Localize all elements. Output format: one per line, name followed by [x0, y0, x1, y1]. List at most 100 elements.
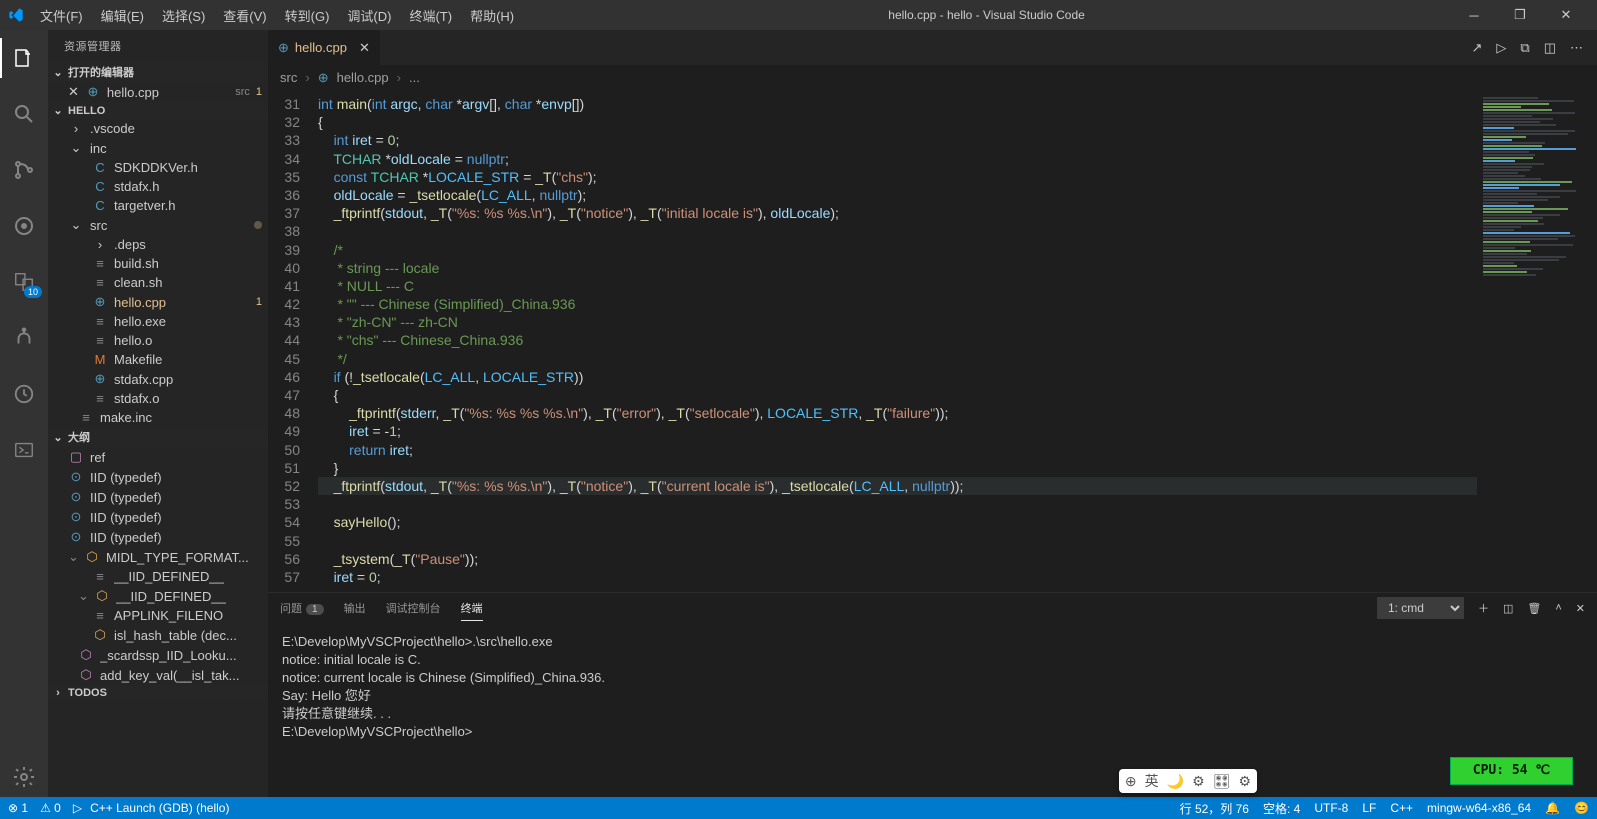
activity-remote[interactable]: 10 [0, 262, 48, 302]
outline-item[interactable]: ⌄⬡__IID_DEFINED__ [48, 586, 268, 606]
project-head[interactable]: ⌄HELLO [48, 102, 268, 119]
file-targetver.h[interactable]: Ctargetver.h [48, 196, 268, 215]
file-hello.cpp[interactable]: ⊕hello.cpp1 [48, 292, 268, 312]
status-lang[interactable]: C++ [1390, 801, 1413, 815]
status-eol[interactable]: LF [1362, 801, 1376, 815]
outline-item[interactable]: ⊙IID (typedef) [48, 527, 268, 547]
menu-terminal[interactable]: 终端(T) [401, 2, 460, 29]
file-Makefile[interactable]: MMakefile [48, 350, 268, 369]
breadcrumb[interactable]: src› ⊕ hello.cpp› ... [268, 65, 1597, 91]
status-errors[interactable]: ⊗ 1 [8, 801, 28, 815]
panel-tab-debug-console[interactable]: 调试控制台 [386, 596, 441, 620]
file-icon: ≡ [92, 391, 108, 406]
activity-search[interactable] [0, 94, 48, 134]
panel-tab-terminal[interactable]: 终端 [461, 596, 483, 621]
activity-scm[interactable] [0, 150, 48, 190]
close-button[interactable]: ✕ [1543, 0, 1589, 30]
activity-debug[interactable] [0, 206, 48, 246]
close-icon[interactable]: ✕ [68, 84, 79, 100]
file-clean.sh[interactable]: ≡clean.sh [48, 273, 268, 292]
go-to-file-icon[interactable]: ↗ [1472, 40, 1483, 56]
status-spaces[interactable]: 空格: 4 [1263, 800, 1300, 817]
split-right-icon[interactable]: ◫ [1544, 40, 1556, 56]
status-launch[interactable]: ▷C++ Launch (GDB) (hello) [73, 801, 230, 815]
outline-item[interactable]: ⌄⬡MIDL_TYPE_FORMAT... [48, 547, 268, 567]
run-icon[interactable]: ▷ [1496, 40, 1506, 56]
split-down-icon[interactable]: ⧉ [1520, 40, 1529, 56]
file-SDKDDKVer.h[interactable]: CSDKDDKVer.h [48, 158, 268, 177]
outline-item[interactable]: ≡__IID_DEFINED__ [48, 567, 268, 586]
menu-view[interactable]: 查看(V) [215, 2, 274, 29]
kill-terminal-icon[interactable]: 🗑 [1527, 602, 1541, 615]
ime-gear-icon[interactable]: ⚙ [1238, 773, 1251, 790]
ime-moon-icon[interactable]: 🌙 [1167, 773, 1184, 790]
file-stdafx.o[interactable]: ≡stdafx.o [48, 389, 268, 408]
symbol-icon: ≡ [92, 608, 108, 623]
file-stdafx.h[interactable]: Cstdafx.h [48, 177, 268, 196]
outline-item[interactable]: ⬡isl_hash_table (dec... [48, 625, 268, 645]
menu-file[interactable]: 文件(F) [32, 2, 91, 29]
menu-edit[interactable]: 编辑(E) [93, 2, 152, 29]
status-warnings[interactable]: ⚠ 0 [40, 801, 61, 815]
file-icon: ⊕ [92, 371, 108, 387]
outline-item[interactable]: ⊙IID (typedef) [48, 467, 268, 487]
status-bell-icon[interactable]: 🔔 [1545, 801, 1560, 815]
menu-selection[interactable]: 选择(S) [154, 2, 213, 29]
todos-head[interactable]: ›TODOS [48, 685, 268, 701]
ime-toolbar[interactable]: ⊕ 英 🌙 ⚙ 🎛 ⚙ [1119, 769, 1257, 793]
ime-lang[interactable]: 英 [1145, 771, 1159, 791]
outline-item[interactable]: ▢ref [48, 447, 268, 467]
menu-help[interactable]: 帮助(H) [462, 2, 522, 29]
panel-tab-problems[interactable]: 问题1 [280, 596, 324, 620]
folder-.deps[interactable]: ›.deps [48, 235, 268, 254]
activity-explorer[interactable] [0, 38, 48, 78]
minimap[interactable] [1477, 91, 1597, 592]
folder-.vscode[interactable]: ›.vscode [48, 119, 268, 138]
outline-item[interactable]: ⬡_scardssp_IID_Looku... [48, 645, 268, 665]
terminal-select[interactable]: 1: cmd [1377, 597, 1464, 619]
vscode-logo-icon [8, 7, 24, 23]
file-icon: C [92, 198, 108, 213]
menu-debug[interactable]: 调试(D) [339, 2, 399, 29]
file-hello.o[interactable]: ≡hello.o [48, 331, 268, 350]
outline-head[interactable]: ⌄大纲 [48, 427, 268, 447]
close-panel-icon[interactable]: ✕ [1576, 602, 1585, 615]
status-encoding[interactable]: UTF-8 [1314, 801, 1348, 815]
code-editor[interactable]: 3132333435363738394041424344454647484950… [268, 91, 1597, 592]
ime-icon[interactable]: ⊕ [1125, 773, 1137, 790]
tab-close-icon[interactable]: ✕ [359, 40, 370, 56]
outline-item[interactable]: ≡APPLINK_FILENO [48, 606, 268, 625]
window-title: hello.cpp - hello - Visual Studio Code [522, 8, 1451, 22]
code-lines[interactable]: int main(int argc, char *argv[], char *e… [318, 91, 1477, 592]
more-icon[interactable]: ⋯ [1570, 40, 1583, 56]
minimize-button[interactable]: ─ [1451, 0, 1497, 30]
status-feedback-icon[interactable]: 😊 [1574, 801, 1589, 815]
folder-inc[interactable]: ⌄inc [48, 138, 268, 158]
activity-history[interactable] [0, 374, 48, 414]
activity-settings[interactable] [0, 757, 48, 797]
maximize-button[interactable]: ❐ [1497, 0, 1543, 30]
file-make.inc[interactable]: ≡make.inc [48, 408, 268, 427]
menu-go[interactable]: 转到(G) [277, 2, 338, 29]
new-terminal-icon[interactable]: ＋ [1478, 600, 1489, 616]
file-stdafx.cpp[interactable]: ⊕stdafx.cpp [48, 369, 268, 389]
terminal[interactable]: E:\Develop\MyVSCProject\hello>.\src\hell… [268, 623, 1597, 797]
open-editors-head[interactable]: ⌄打开的编辑器 [48, 62, 268, 82]
outline-item[interactable]: ⊙IID (typedef) [48, 507, 268, 527]
outline-item[interactable]: ⊙IID (typedef) [48, 487, 268, 507]
split-terminal-icon[interactable]: ◫ [1503, 602, 1513, 615]
status-lncol[interactable]: 行 52，列 76 [1180, 800, 1249, 817]
activity-powershell[interactable] [0, 430, 48, 470]
activity-git-graph[interactable] [0, 318, 48, 358]
status-compiler[interactable]: mingw-w64-x86_64 [1427, 801, 1531, 815]
open-editor-item[interactable]: ✕ ⊕ hello.cpp src 1 [48, 82, 268, 102]
ime-keyboard-icon[interactable]: 🎛 [1213, 773, 1231, 790]
file-build.sh[interactable]: ≡build.sh [48, 254, 268, 273]
outline-item[interactable]: ⬡add_key_val(__isl_tak... [48, 665, 268, 685]
folder-src[interactable]: ⌄src [48, 215, 268, 235]
file-hello.exe[interactable]: ≡hello.exe [48, 312, 268, 331]
ime-e-icon[interactable]: ⚙ [1192, 773, 1205, 790]
tab-hello-cpp[interactable]: ⊕ hello.cpp ✕ [268, 30, 381, 65]
maximize-panel-icon[interactable]: ˄ [1555, 602, 1561, 614]
panel-tab-output[interactable]: 输出 [344, 596, 366, 620]
